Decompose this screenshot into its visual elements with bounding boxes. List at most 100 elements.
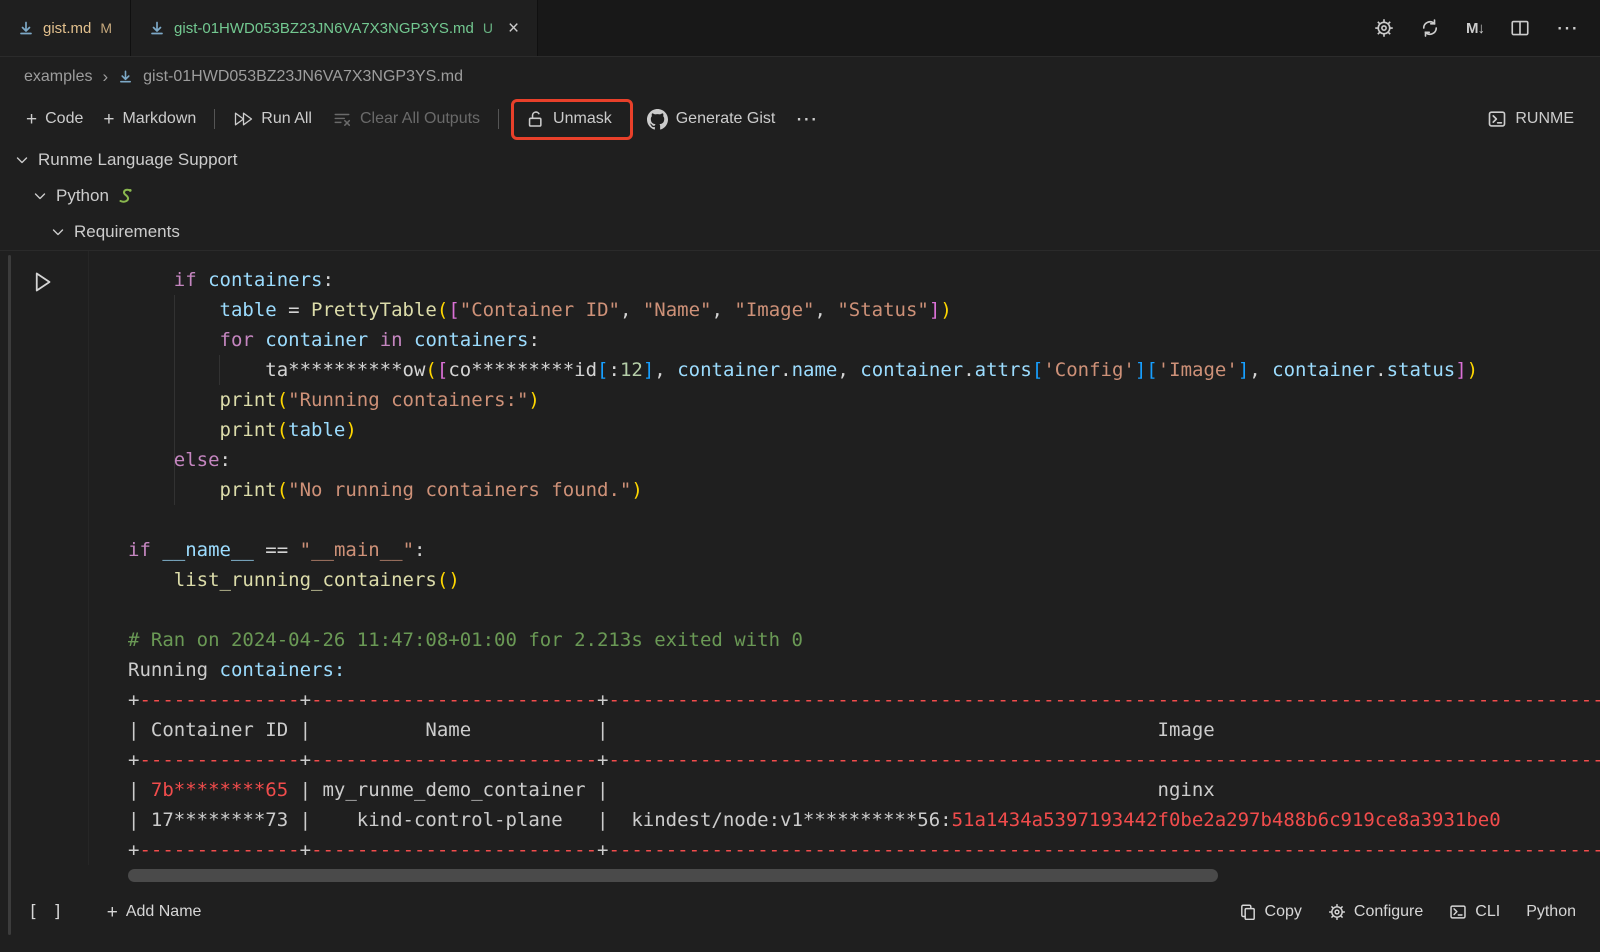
cli-label: CLI [1475, 903, 1500, 921]
run-all-button[interactable]: Run All [223, 104, 322, 134]
code-line: print("Running containers:") [128, 385, 1600, 415]
add-markdown-label: Markdown [122, 110, 196, 128]
code-line: ta**********ow([co*********id[:12], cont… [128, 355, 1600, 385]
code-line: print("No running containers found.") [128, 475, 1600, 505]
output-line: # Ran on 2024-04-26 11:47:08+01:00 for 2… [128, 625, 1600, 655]
unlock-icon [526, 110, 545, 129]
gear-icon[interactable] [1374, 18, 1394, 38]
code-line: list_running_containers() [128, 565, 1600, 595]
output-line: | 17********73 | kind-control-plane | ki… [128, 805, 1600, 835]
notebook-toolbar: + Code + Markdown Run All Clear All Outp… [0, 96, 1600, 142]
cell-editor-border [88, 251, 89, 865]
generate-gist-label: Generate Gist [676, 110, 776, 128]
output-line: +--------------+------------------------… [128, 685, 1600, 715]
plus-icon: + [107, 903, 118, 922]
markdown-preview-icon[interactable]: M↓ [1466, 20, 1484, 37]
toolbar-divider [214, 109, 215, 129]
git-status-badge: U [483, 20, 493, 36]
output-line: +--------------+------------------------… [128, 835, 1600, 865]
outline-label: Requirements [74, 222, 180, 242]
git-status-badge: M [100, 20, 112, 36]
gear-icon [1328, 903, 1346, 921]
breadcrumb: examples › gist-01HWD053BZ23JN6VA7X3NGP3… [0, 57, 1600, 96]
run-all-label: Run All [261, 110, 312, 128]
chevron-down-icon [50, 224, 66, 240]
add-name-button[interactable]: + Add Name [107, 903, 202, 922]
outline-item-requirements[interactable]: Requirements [0, 214, 1600, 250]
editor-lines[interactable]: if containers: table = PrettyTable(["Con… [128, 265, 1600, 865]
outline-item-python[interactable]: Python [0, 178, 1600, 214]
output-line: | 7b********65 | my_runme_demo_container… [128, 775, 1600, 805]
add-name-label: Add Name [126, 903, 202, 921]
run-cell-button[interactable] [30, 269, 54, 295]
output-line: Running containers: [128, 655, 1600, 685]
blank-line [128, 595, 1600, 625]
more-actions-icon[interactable]: ⋯ [1556, 17, 1578, 39]
run-all-icon [233, 110, 253, 128]
code-line: print(table) [128, 415, 1600, 445]
add-markdown-cell-button[interactable]: + Markdown [93, 104, 206, 135]
tab-gist-ulid-md[interactable]: gist-01HWD053BZ23JN6VA7X3NGP3YS.md U × [131, 0, 538, 56]
clear-all-icon [332, 110, 352, 128]
code-line: table = PrettyTable(["Container ID", "Na… [128, 295, 1600, 325]
annotation-red-box: Unmask [511, 99, 633, 140]
outline-section: Runme Language Support Python Requiremen… [0, 142, 1600, 250]
editor-actions: M↓ ⋯ [1374, 0, 1600, 56]
code-line [128, 505, 1600, 535]
cli-button[interactable]: CLI [1449, 903, 1500, 921]
runme-brand: RUNME [1487, 109, 1600, 129]
clear-all-label: Clear All Outputs [360, 110, 480, 128]
copy-icon [1239, 903, 1257, 921]
code-line: if __name__ == "__main__": [128, 535, 1600, 565]
outline-label: Runme Language Support [38, 150, 237, 170]
tab-gist-md[interactable]: gist.md M [0, 0, 131, 56]
chevron-down-icon [32, 188, 48, 204]
outline-item-runme-language-support[interactable]: Runme Language Support [0, 142, 1600, 178]
configure-label: Configure [1354, 903, 1423, 921]
tab-label: gist.md [43, 20, 91, 37]
chevron-right-icon: › [102, 67, 108, 87]
toolbar-divider [498, 109, 499, 129]
code-line: if containers: [128, 265, 1600, 295]
unmask-label: Unmask [553, 110, 612, 128]
output-line: | Container ID | Name | Image [128, 715, 1600, 745]
tab-label: gist-01HWD053BZ23JN6VA7X3NGP3YS.md [174, 20, 474, 37]
runme-file-icon [18, 20, 34, 36]
configure-button[interactable]: Configure [1328, 903, 1423, 921]
copy-button[interactable]: Copy [1239, 903, 1302, 921]
breadcrumb-folder[interactable]: examples [24, 68, 92, 86]
add-code-label: Code [45, 110, 83, 128]
output-line: +--------------+------------------------… [128, 745, 1600, 775]
cell-language-picker[interactable]: Python [1526, 903, 1576, 921]
code-line: for container in containers: [128, 325, 1600, 355]
generate-gist-button[interactable]: Generate Gist [637, 103, 786, 136]
outline-label: Python [56, 186, 109, 206]
runme-logo-icon [1487, 109, 1507, 129]
horizontal-scrollbar[interactable] [128, 869, 1218, 882]
add-code-cell-button[interactable]: + Code [16, 104, 93, 135]
cell-footer-right: Copy Configure CLI Python [1239, 903, 1600, 921]
close-icon[interactable]: × [508, 19, 519, 38]
clear-all-outputs-button[interactable]: Clear All Outputs [322, 104, 490, 134]
code-line: else: [128, 445, 1600, 475]
notebook-cell: if containers: table = PrettyTable(["Con… [0, 250, 1600, 952]
plus-icon: + [103, 110, 114, 129]
runme-file-icon [118, 69, 133, 84]
kernel-picker[interactable]: [ ] [28, 902, 65, 922]
copy-label: Copy [1265, 903, 1302, 921]
cell-focus-bar [8, 255, 11, 935]
runme-file-icon [149, 20, 165, 36]
open-changes-icon[interactable] [1420, 18, 1440, 38]
cli-icon [1449, 903, 1467, 921]
github-icon [647, 109, 668, 130]
cell-status-bar: [ ] + Add Name Copy Configure [0, 889, 1600, 935]
python-snake-icon [117, 188, 135, 204]
plus-icon: + [26, 110, 37, 129]
more-toolbar-actions-icon[interactable]: ⋯ [785, 102, 827, 136]
tab-bar: gist.md M gist-01HWD053BZ23JN6VA7X3NGP3Y… [0, 0, 1600, 57]
unmask-button[interactable]: Unmask [516, 104, 622, 135]
breadcrumb-file[interactable]: gist-01HWD053BZ23JN6VA7X3NGP3YS.md [143, 68, 463, 86]
runme-label: RUNME [1515, 110, 1574, 128]
split-editor-icon[interactable] [1510, 18, 1530, 38]
chevron-down-icon [14, 152, 30, 168]
